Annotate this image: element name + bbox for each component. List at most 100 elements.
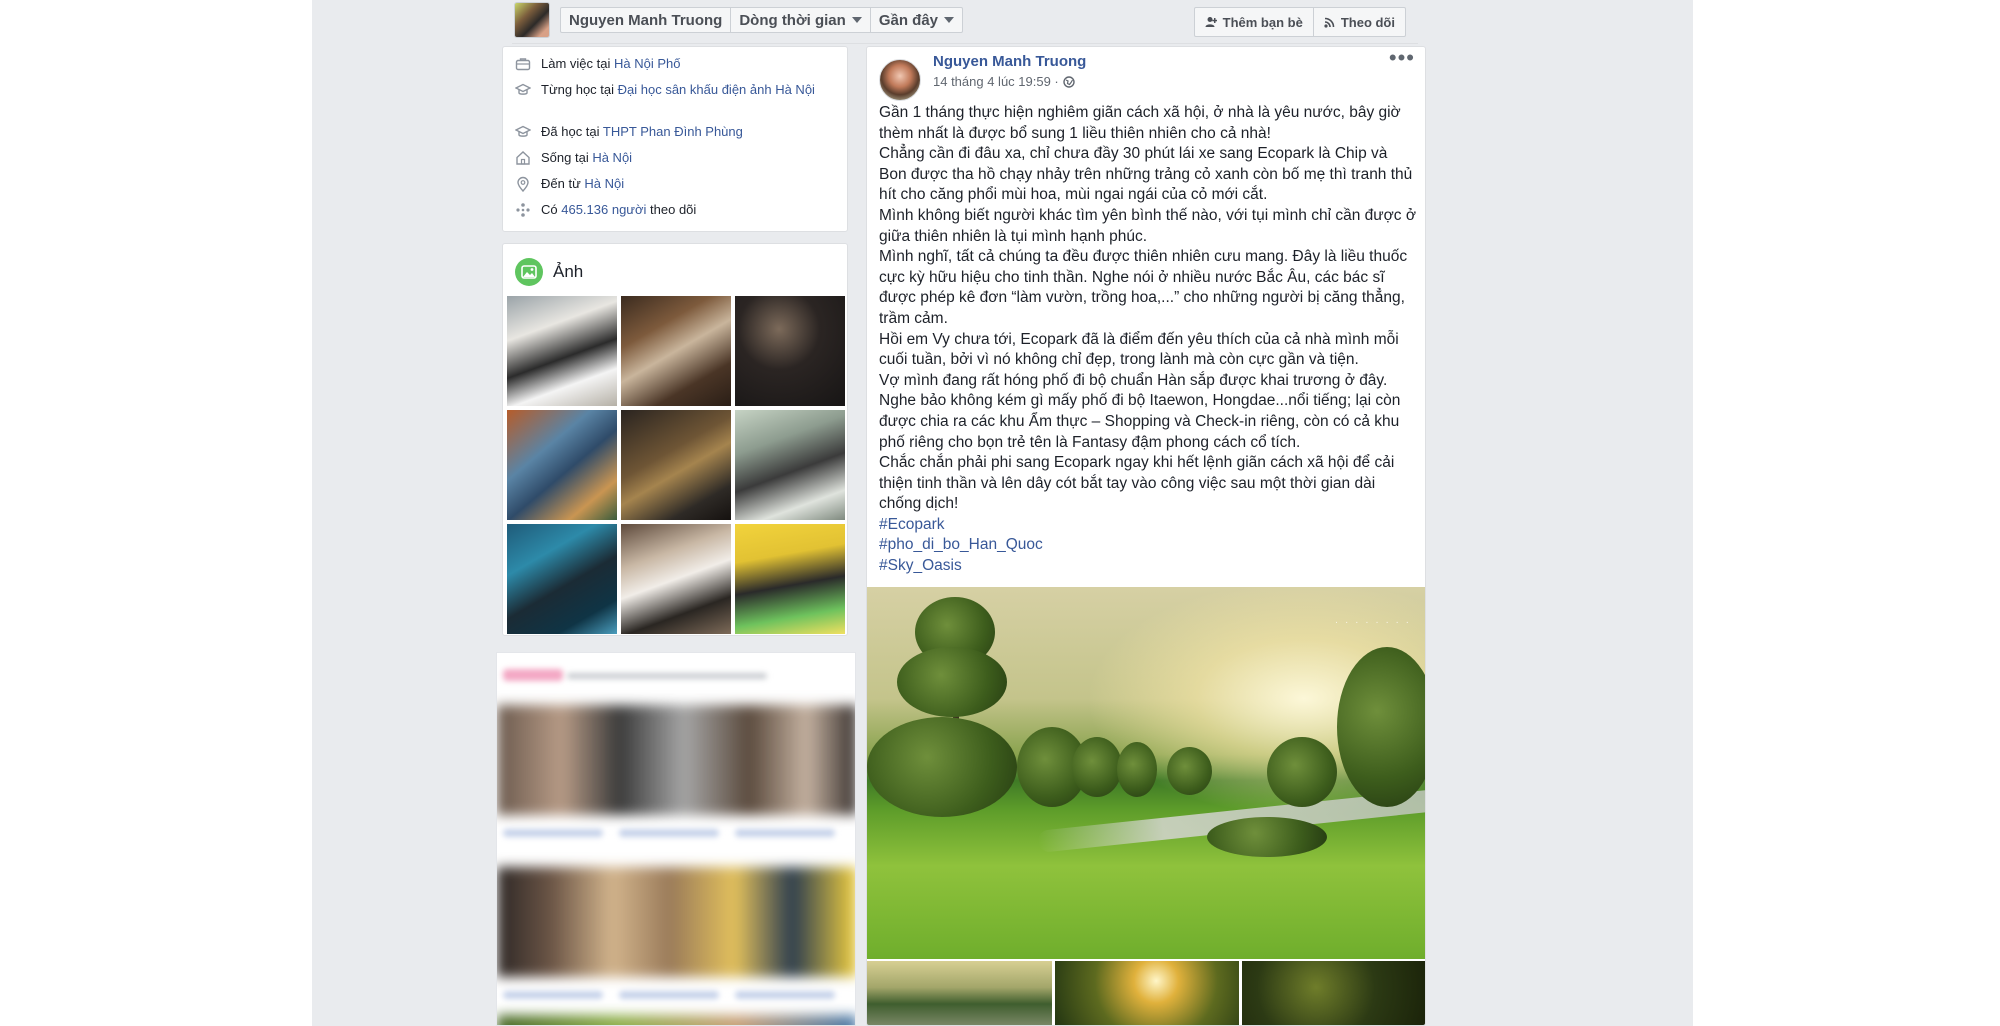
- intro-card: Làm việc tại Hà Nội Phố Từng học tại Đại…: [502, 46, 848, 232]
- photo-tree: [1337, 647, 1425, 807]
- intro-followers-prefix: Có: [541, 202, 562, 217]
- hashtag-link[interactable]: #Ecopark: [879, 515, 1419, 536]
- intro-university-link[interactable]: Đại học sân khấu điện ảnh Hà Nội: [618, 82, 815, 97]
- photo-tree: [1267, 737, 1337, 807]
- intro-work-prefix: Làm việc tại: [541, 56, 614, 71]
- intro-lives-in: Sống tại Hà Nội: [515, 149, 821, 166]
- rss-follow-icon: [1324, 17, 1335, 28]
- intro-lives-in-link[interactable]: Hà Nội: [592, 150, 632, 165]
- profile-avatar[interactable]: [514, 2, 550, 38]
- photo-watermark: · · · · · · · ·: [1334, 617, 1411, 628]
- recent-label: Gần đây: [878, 11, 938, 29]
- photo-thumbnail[interactable]: [735, 296, 845, 406]
- post-paragraph: Chắc chắn phải phi sang Ecopark ngay khi…: [879, 454, 1395, 513]
- photo-thumbnail[interactable]: [621, 296, 731, 406]
- intro-followers-suffix: theo dõi: [646, 202, 697, 217]
- post-main-photo[interactable]: · · · · · · · ·: [867, 587, 1425, 959]
- blurred-friend-name: [619, 829, 719, 837]
- post-photo-thumbnail[interactable]: [867, 961, 1052, 1025]
- post-photo-thumbnail[interactable]: [1054, 961, 1240, 1025]
- recent-dropdown[interactable]: Gần đây: [871, 8, 962, 32]
- post-text: Gần 1 tháng thực hiện nghiêm giãn cách x…: [879, 103, 1419, 577]
- photo-thumbnail[interactable]: [621, 524, 731, 634]
- intro-from-prefix: Đến từ: [541, 176, 585, 191]
- post-photo-thumbnail[interactable]: [1242, 961, 1425, 1025]
- intro-from-link[interactable]: Hà Nội: [584, 176, 624, 191]
- timeline-header-bar: Nguyen Manh Truong Dòng thời gian Gần đâ…: [512, 0, 1418, 44]
- post-author-avatar[interactable]: [879, 59, 921, 101]
- post-card: Nguyen Manh Truong 14 tháng 4 lúc 19:59 …: [866, 46, 1426, 1026]
- post-paragraph: Vợ mình đang rất hóng phố đi bộ chuẩn Hà…: [879, 371, 1401, 451]
- briefcase-icon: [515, 58, 531, 71]
- photo-thumbnail[interactable]: [735, 410, 845, 520]
- intro-from: Đến từ Hà Nội: [515, 175, 821, 192]
- blurred-friend-name: [503, 991, 603, 999]
- followers-icon: [516, 203, 530, 217]
- photo-thumbnail[interactable]: [621, 410, 731, 520]
- post-photo-thumbnails: [867, 961, 1425, 1025]
- add-friend-button[interactable]: Thêm bạn bè: [1195, 8, 1314, 36]
- photo-tree: [1117, 742, 1157, 797]
- post-author-name[interactable]: Nguyen Manh Truong: [933, 53, 1086, 70]
- photo-bush: [1207, 817, 1327, 857]
- photos-card: Ảnh: [502, 243, 848, 636]
- photo-thumbnail[interactable]: [507, 410, 617, 520]
- post-timestamp[interactable]: 14 tháng 4 lúc 19:59 ·: [933, 74, 1059, 89]
- post-paragraph: Chẳng cần đi đâu xa, chỉ chưa đầy 30 phú…: [879, 145, 1413, 204]
- blurred-friends-card: [496, 652, 856, 1026]
- more-options-icon[interactable]: •••: [1389, 47, 1415, 69]
- chevron-down-icon: [851, 17, 862, 23]
- photo-thumbnail[interactable]: [735, 524, 845, 634]
- intro-followers: Có 465.136 người theo dõi: [515, 201, 821, 218]
- home-icon: [516, 151, 530, 165]
- photo-tree: [1072, 737, 1122, 797]
- photo-grid: [507, 296, 845, 634]
- timeline-dropdown[interactable]: Dòng thời gian: [731, 8, 871, 32]
- blurred-friend-name: [735, 829, 835, 837]
- globe-icon[interactable]: [1063, 75, 1075, 88]
- profile-name: Nguyen Manh Truong: [569, 11, 723, 29]
- photo-tree: [1167, 747, 1212, 795]
- profile-actions: Thêm bạn bè Theo dõi: [1193, 7, 1406, 37]
- add-friend-icon: [1205, 17, 1217, 27]
- graduation-cap-icon: [515, 125, 531, 137]
- post-paragraph: Mình nghĩ, tất cả chúng ta đều được thiê…: [879, 248, 1408, 327]
- photos-header[interactable]: Ảnh: [515, 258, 583, 286]
- timeline-label: Dòng thời gian: [739, 11, 846, 29]
- post-paragraph: Hồi em Vy chưa tới, Ecopark đã là điểm đ…: [879, 330, 1399, 369]
- post-paragraph: Mình không biết người khác tìm yên bình …: [879, 206, 1417, 245]
- follow-button[interactable]: Theo dõi: [1314, 8, 1405, 36]
- hashtag-link[interactable]: #Sky_Oasis: [879, 556, 1419, 577]
- blurred-friend-photos: [497, 705, 855, 815]
- blurred-header-line: [567, 673, 767, 679]
- blurred-friend-name: [735, 991, 835, 999]
- photos-title: Ảnh: [553, 262, 584, 281]
- post-meta: 14 tháng 4 lúc 19:59 ·: [933, 74, 1075, 89]
- photo-tree: [867, 717, 1017, 817]
- blurred-friend-name: [619, 991, 719, 999]
- photo-icon: [515, 258, 543, 286]
- blurred-friend-photos: [497, 1015, 855, 1025]
- follow-label: Theo dõi: [1340, 14, 1395, 30]
- hashtag-link[interactable]: #pho_di_bo_Han_Quoc: [879, 535, 1419, 556]
- photo-thumbnail[interactable]: [507, 296, 617, 406]
- blurred-header-pill: [503, 669, 563, 681]
- intro-lives-in-prefix: Sống tại: [541, 150, 593, 165]
- add-friend-label: Thêm bạn bè: [1222, 14, 1303, 30]
- intro-highschool-link[interactable]: THPT Phan Đình Phùng: [603, 124, 743, 139]
- intro-university-prefix: Từng học tại: [541, 82, 618, 97]
- breadcrumb: Nguyen Manh Truong Dòng thời gian Gần đâ…: [560, 7, 963, 33]
- intro-highschool: Đã học tại THPT Phan Đình Phùng: [515, 123, 821, 140]
- profile-name-link[interactable]: Nguyen Manh Truong: [561, 8, 732, 32]
- location-pin-icon: [517, 176, 529, 192]
- intro-university: Từng học tại Đại học sân khấu điện ảnh H…: [515, 81, 821, 98]
- photo-thumbnail[interactable]: [507, 524, 617, 634]
- blurred-friend-name: [503, 829, 603, 837]
- intro-followers-link[interactable]: 465.136 người: [561, 202, 646, 217]
- graduation-cap-icon: [515, 83, 531, 95]
- blurred-friend-photos: [497, 867, 855, 977]
- intro-work-link[interactable]: Hà Nội Phố: [614, 56, 680, 71]
- chevron-down-icon: [944, 17, 954, 23]
- intro-highschool-prefix: Đã học tại: [541, 124, 603, 139]
- photo-tree: [897, 647, 1007, 717]
